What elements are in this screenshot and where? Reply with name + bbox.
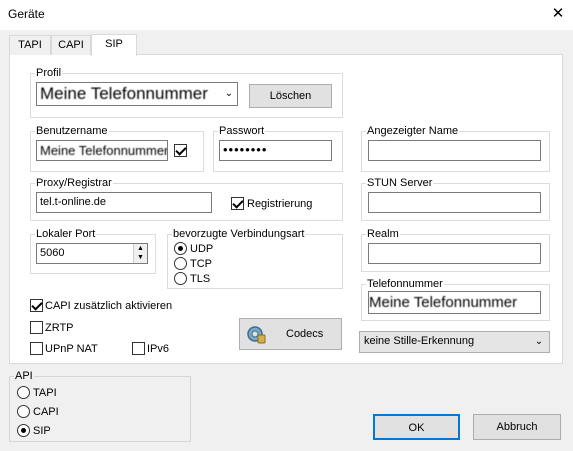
username-label: Benutzername [35,125,109,137]
stun-label: STUN Server [366,177,434,189]
capi-activate-label: CAPI zusätzlich aktivieren [45,300,173,312]
upnp-label: UPnP NAT [45,343,98,355]
tab-capi-label: CAPI [58,39,84,51]
proxy-input[interactable]: tel.t-online.de [36,192,212,213]
username-value: Meine Telefonnummer [40,143,168,158]
spinner-down-icon[interactable]: ▼ [133,253,147,263]
proxy-label: Proxy/Registrar [35,177,113,189]
profile-selected-value: Meine Telefonnummer [40,84,208,103]
api-radio-tapi[interactable] [17,386,30,399]
zrtp-checkbox[interactable] [30,321,43,334]
registration-label: Registrierung [247,198,313,210]
tab-tapi-label: TAPI [18,39,42,51]
api-group-label: API [14,370,34,382]
tab-tapi[interactable]: TAPI [9,35,51,55]
realm-label: Realm [366,228,400,240]
window-title: Geräte [8,7,45,21]
silence-detection-dropdown[interactable]: keine Stille-Erkennung [359,331,550,353]
connection-type-label: bevorzugte Verbindungsart [172,228,306,240]
codecs-gear-icon [245,323,267,345]
stun-input[interactable] [368,192,541,213]
chevron-down-icon[interactable]: ⌄ [222,87,236,101]
cancel-button[interactable]: Abbruch [473,414,561,440]
display-name-input[interactable] [368,140,541,161]
local-port-value: 5060 [40,247,65,259]
upnp-checkbox[interactable] [30,342,43,355]
zrtp-label: ZRTP [45,322,74,334]
registration-checkbox[interactable] [231,197,244,210]
radio-udp[interactable] [174,242,187,255]
tab-capi[interactable]: CAPI [51,35,91,55]
spinner-up-icon[interactable]: ▲ [133,244,147,253]
silence-chevron-down-icon[interactable]: ⌄ [533,335,545,349]
local-port-label: Lokaler Port [35,228,97,240]
profile-dropdown[interactable]: Meine Telefonnummer [36,82,238,106]
radio-tcp[interactable] [174,257,187,270]
tab-sip[interactable]: SIP [91,34,137,56]
realm-input[interactable] [368,243,541,264]
local-port-spinner[interactable]: 5060 [36,243,148,264]
capi-activate-checkbox[interactable] [30,299,43,312]
username-input[interactable]: Meine Telefonnummer [36,140,168,161]
phone-number-value: Meine Telefonnummer [369,294,518,311]
password-label: Passwort [218,125,266,137]
api-radio-sip-label: SIP [33,425,51,437]
silence-detection-value: keine Stille-Erkennung [364,335,475,347]
ok-button[interactable]: OK [373,414,460,440]
radio-tls[interactable] [174,272,187,285]
api-radio-capi-label: CAPI [33,406,59,418]
delete-profile-button[interactable]: Löschen [249,84,332,108]
password-input[interactable]: •••••••• [219,140,332,161]
tab-sip-label: SIP [105,38,123,50]
username-checkbox[interactable] [174,144,187,157]
radio-udp-label: UDP [190,243,214,255]
api-radio-tapi-label: TAPI [33,387,57,399]
proxy-value: tel.t-online.de [40,196,107,208]
radio-tcp-label: TCP [190,258,212,270]
display-name-label: Angezeigter Name [366,125,460,137]
phone-number-label: Telefonnummer [366,278,444,290]
title-bar [0,0,573,30]
codecs-button[interactable]: Codecs [239,318,342,350]
ipv6-checkbox[interactable] [132,342,145,355]
password-value: •••••••• [223,142,268,157]
api-radio-sip[interactable] [17,424,30,437]
api-radio-capi[interactable] [17,405,30,418]
ipv6-label: IPv6 [147,343,170,355]
phone-number-input[interactable]: Meine Telefonnummer [368,291,541,314]
close-icon[interactable]: ✕ [549,5,567,23]
radio-tls-label: TLS [190,273,211,285]
profile-group-label: Profil [35,67,63,79]
codecs-button-label: Codecs [286,328,324,340]
